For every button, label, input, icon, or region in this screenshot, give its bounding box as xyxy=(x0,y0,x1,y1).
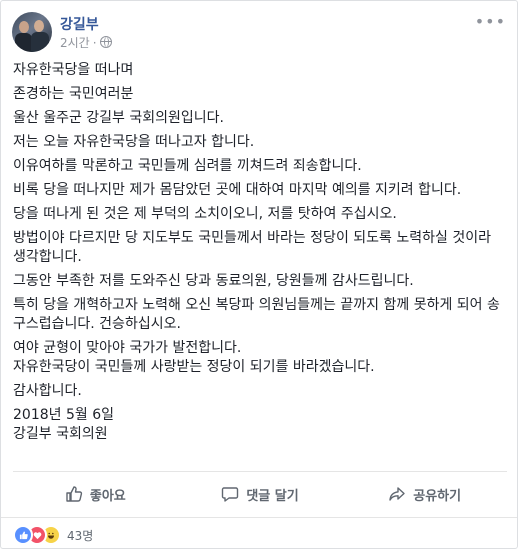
share-arrow-icon xyxy=(389,487,405,501)
share-button[interactable]: 공유하기 xyxy=(342,473,507,515)
post-paragraph: 울산 울주군 강길부 국회의원입니다. xyxy=(13,110,224,126)
author-avatar[interactable] xyxy=(12,12,52,52)
post-paragraph: 자유한국당을 떠나며 xyxy=(13,62,134,78)
post-paragraph: 감사합니다. xyxy=(13,383,82,399)
comment-label: 댓글 달기 xyxy=(246,488,299,504)
post-paragraph: 여야 균형이 맞아야 국가가 발전합니다. xyxy=(13,340,242,356)
reaction-summary[interactable]: 43명 xyxy=(13,525,93,545)
author-name[interactable]: 강길부 xyxy=(60,14,99,34)
meta-separator: · xyxy=(92,36,97,50)
post-actions: 좋아요 댓글 달기 공유하기 xyxy=(13,473,507,515)
share-label: 공유하기 xyxy=(413,488,462,504)
post-meta: 2시간 · xyxy=(60,34,112,51)
post-header: 강길부 2시간 · ••• xyxy=(12,12,508,54)
like-label: 좋아요 xyxy=(89,488,126,504)
post-paragraph: 이유여하를 막론하고 국민들께 심려를 끼쳐드려 죄송합니다. xyxy=(13,158,362,174)
divider xyxy=(1,517,517,518)
comment-bubble-icon xyxy=(222,487,239,502)
reaction-count[interactable]: 43명 xyxy=(67,527,93,544)
post-date: 2018년 5월 6일 xyxy=(13,407,114,423)
like-reaction-icon xyxy=(13,525,33,545)
post-paragraph: 비록 당을 떠나지만 제가 몸담았던 곳에 대하여 마지막 예의를 지키려 합니… xyxy=(13,182,462,198)
post-timestamp[interactable]: 2시간 xyxy=(60,36,90,50)
comment-button[interactable]: 댓글 달기 xyxy=(178,473,343,515)
post-body: 자유한국당을 떠나며 존경하는 국민여러분 울산 울주군 강길부 국회의원입니다… xyxy=(13,61,507,449)
globe-icon[interactable] xyxy=(99,36,112,48)
more-options-icon[interactable]: ••• xyxy=(475,12,506,31)
post-paragraph: 당을 떠나게 된 것은 제 부덕의 소치이오니, 저를 탓하여 주십시오. xyxy=(13,206,397,222)
post-paragraph: 그동안 부족한 저를 도와주신 당과 동료의원, 당원들께 감사드립니다. xyxy=(13,273,414,289)
post-paragraph: 존경하는 국민여러분 xyxy=(13,86,134,102)
post-paragraph: 저는 오늘 자유한국당을 떠나고자 합니다. xyxy=(13,134,255,150)
post-paragraph: 자유한국당이 국민들께 사랑받는 정당이 되기를 바라겠습니다. xyxy=(13,359,375,375)
post-signature: 강길부 국회의원 xyxy=(13,426,108,442)
post-card: 강길부 2시간 · ••• 자유한국당을 떠나며 존경하는 국민여러분 울산 울주… xyxy=(0,0,518,549)
post-paragraph: 방법이야 다르지만 당 지도부도 국민들께서 바라는 정당이 되도록 노력하실 … xyxy=(13,230,491,265)
like-button[interactable]: 좋아요 xyxy=(13,473,178,515)
thumbs-up-icon xyxy=(66,486,83,502)
post-paragraph: 특히 당을 개혁하고자 노력해 오신 복당파 의원님들께는 끝까지 함께 못하게… xyxy=(13,297,500,332)
divider xyxy=(13,471,507,472)
